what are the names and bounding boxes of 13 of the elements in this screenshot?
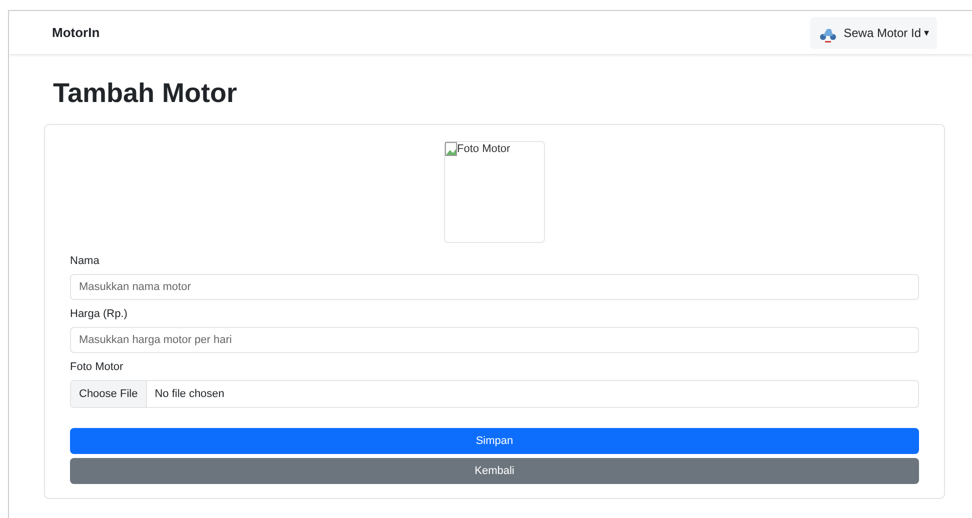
input-field[interactable]: Masukkan nama motor — [70, 274, 919, 300]
field-label: Foto Motor — [70, 361, 124, 373]
page-title: Tambah Motor — [53, 78, 238, 109]
file-input[interactable]: Choose File No file chosen — [70, 380, 919, 408]
back-button[interactable]: Kembali — [70, 458, 919, 484]
field-label: Nama — [70, 255, 100, 267]
save-button[interactable]: Simpan — [70, 428, 919, 454]
broken-image-icon — [445, 142, 457, 156]
field-label: Harga (Rp.) — [70, 308, 128, 320]
image-alt-text: Foto Motor — [457, 142, 510, 156]
input-field[interactable]: Masukkan harga motor per hari — [70, 327, 919, 353]
user-menu-button[interactable]: Sewa Motor Id ▾ — [810, 16, 937, 48]
brand-link[interactable]: MotorIn — [52, 25, 100, 40]
